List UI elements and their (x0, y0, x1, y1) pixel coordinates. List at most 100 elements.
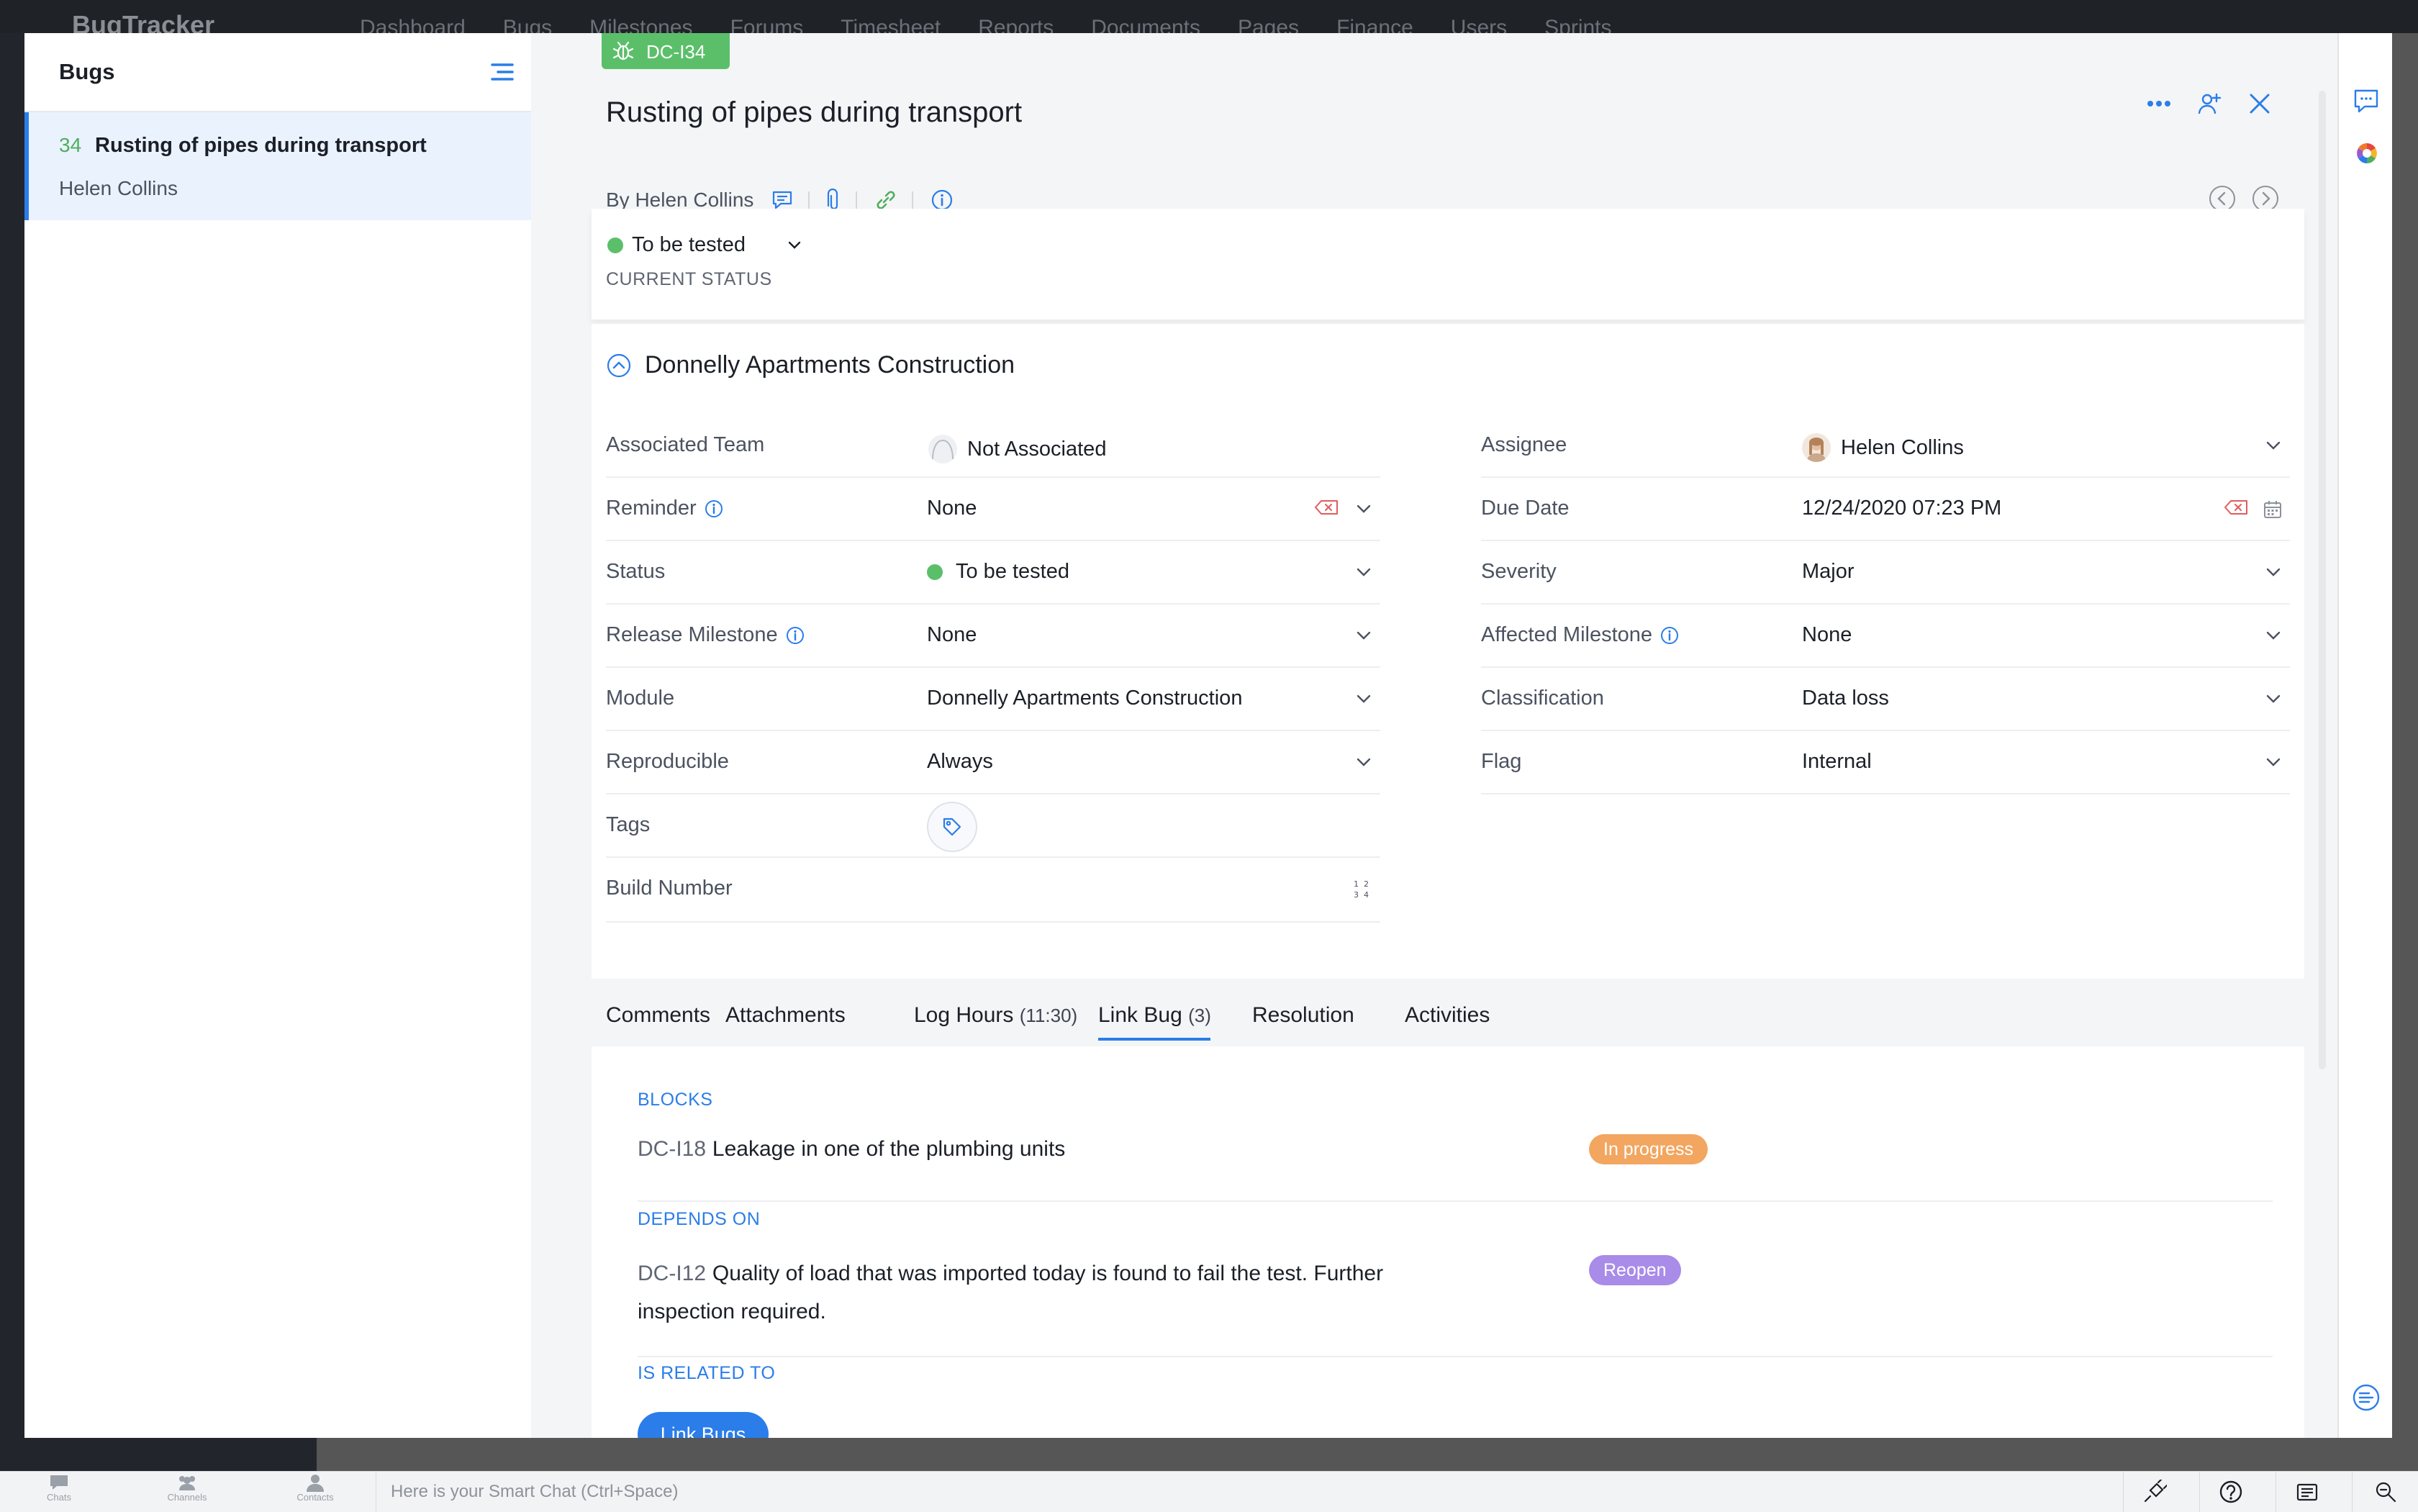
link-bugs-button[interactable]: Link Bugs (638, 1412, 769, 1438)
zoom-search-icon[interactable] (2352, 1472, 2418, 1512)
linked-bug-title[interactable]: Quality of load that was imported today … (712, 1262, 1383, 1285)
chevron-down-icon[interactable] (2264, 626, 2283, 645)
tags-label: Tags (606, 813, 651, 836)
contacts-button[interactable]: Contacts (279, 1473, 351, 1503)
smart-chat-placeholder: Here is your Smart Chat (Ctrl+Space) (391, 1482, 679, 1501)
right-rail (2337, 33, 2392, 1438)
info-icon[interactable] (1659, 625, 1680, 646)
status-badge: In progress (1589, 1134, 1708, 1164)
expand-panel-icon[interactable] (2352, 1383, 2381, 1412)
linked-bug-text: DC-I12 Quality of load that was imported… (638, 1257, 1383, 1333)
help-icon[interactable] (2199, 1472, 2262, 1512)
collapse-icon[interactable] (606, 353, 632, 379)
tab-count: (3) (1188, 1005, 1211, 1026)
tag-icon (943, 818, 961, 836)
chats-button[interactable]: Chats (23, 1473, 95, 1503)
news-icon[interactable] (2276, 1472, 2338, 1512)
chevron-down-icon[interactable] (2264, 689, 2283, 708)
field-severity[interactable]: Severity Major (1481, 541, 2290, 605)
linked-bug-title[interactable]: Leakage in one of the plumbing units (712, 1137, 1065, 1161)
field-value: To be tested (927, 560, 1069, 584)
bg-nav-item: Forums (730, 16, 804, 33)
module-label: Module (606, 687, 675, 710)
chevron-down-icon[interactable] (786, 236, 803, 253)
number-format-icon[interactable]: 1234 (1351, 878, 1373, 900)
current-status-dropdown[interactable]: To be tested (632, 233, 746, 257)
field-due-date[interactable]: Due Date 12/24/2020 07:23 PM (1481, 478, 2290, 541)
close-icon[interactable] (2244, 88, 2276, 119)
calendar-icon[interactable] (2263, 499, 2283, 520)
linked-bug-id[interactable]: DC-I18 (638, 1137, 706, 1161)
clear-icon[interactable] (1314, 499, 1339, 515)
tab-resolution[interactable]: Resolution (1252, 1003, 1354, 1028)
smart-chat-input[interactable]: Here is your Smart Chat (Ctrl+Space) (376, 1472, 2118, 1512)
comment-icon[interactable] (771, 189, 794, 211)
more-options-icon[interactable] (2143, 88, 2175, 119)
clear-icon[interactable] (2224, 499, 2248, 515)
field-release-milestone[interactable]: Release Milestone None (606, 605, 1380, 668)
bug-title[interactable]: Rusting of pipes during transport (606, 96, 1022, 129)
svg-text:3: 3 (1354, 890, 1359, 900)
bug-list-pane: Bugs 34 Rusting of pipes during transpor… (24, 33, 533, 1438)
bg-nav-item: Timesheet (841, 16, 941, 33)
section-header[interactable]: Donnelly Apartments Construction (606, 351, 1015, 379)
chevron-down-icon[interactable] (2264, 436, 2283, 455)
tab-label: Activities (1405, 1003, 1490, 1027)
channels-button[interactable]: Channels (151, 1473, 223, 1503)
chevron-down-icon[interactable] (2264, 563, 2283, 581)
linked-bug-id[interactable]: DC-I12 (638, 1262, 706, 1285)
chevron-down-icon[interactable] (1354, 563, 1373, 581)
field-classification[interactable]: Classification Data loss (1481, 668, 2290, 731)
tab-link-bug[interactable]: Link Bug (3) (1098, 1003, 1211, 1028)
chevron-down-icon[interactable] (1354, 753, 1373, 771)
field-affected-milestone[interactable]: Affected Milestone None (1481, 605, 2290, 668)
field-assignee[interactable]: Assignee Helen Collins (1481, 415, 2290, 478)
plug-icon[interactable] (2123, 1472, 2186, 1512)
field-reproducible[interactable]: Reproducible Always (606, 731, 1380, 795)
bg-nav-item: Pages (1237, 16, 1300, 33)
bg-nav-item: Users (1450, 16, 1508, 33)
module-value: Donnelly Apartments Construction (927, 687, 1243, 710)
bg-nav-item: Finance (1336, 16, 1413, 33)
linked-bug-row[interactable]: DC-I12 Quality of load that was imported… (638, 1241, 2273, 1357)
field-value (927, 802, 977, 852)
tab-attachments[interactable]: Attachments (725, 1003, 846, 1028)
tab-activities[interactable]: Activities (1405, 1003, 1490, 1028)
add-tag-button[interactable] (927, 802, 977, 852)
list-menu-icon[interactable] (489, 60, 515, 83)
scrollbar[interactable] (2319, 91, 2326, 1069)
chevron-down-icon[interactable] (1354, 689, 1373, 708)
classification-label: Classification (1481, 687, 1604, 710)
tab-count: (11:30) (1019, 1005, 1078, 1026)
status-value: To be tested (956, 560, 1069, 583)
flag-value: Internal (1802, 750, 1872, 773)
field-status[interactable]: Status To be tested (606, 541, 1380, 605)
linked-bug-title-continued[interactable]: inspection required. (638, 1300, 826, 1323)
tab-log-hours[interactable]: Log Hours (11:30) (914, 1003, 1077, 1028)
bug-id-badge: DC-I34 (602, 33, 730, 69)
field-flag[interactable]: Flag Internal (1481, 731, 2290, 795)
chevron-down-icon[interactable] (2264, 753, 2283, 771)
field-module[interactable]: Module Donnelly Apartments Construction (606, 668, 1380, 731)
group-heading-depends-on: DEPENDS ON (638, 1209, 761, 1229)
feedback-chat-icon[interactable] (2352, 86, 2381, 115)
color-wheel-icon[interactable] (2355, 141, 2379, 166)
field-build-number[interactable]: Build Number 1234 (606, 858, 1380, 923)
chats-label: Chats (47, 1492, 71, 1503)
bug-icon (612, 41, 634, 60)
info-icon[interactable] (704, 499, 724, 519)
linked-bug-row[interactable]: DC-I18 Leakage in one of the plumbing un… (638, 1121, 2273, 1202)
field-associated-team[interactable]: Associated Team Not Associated (606, 415, 1380, 478)
chevron-down-icon[interactable] (1354, 499, 1373, 518)
field-reminder[interactable]: Reminder None (606, 478, 1380, 541)
list-item[interactable]: 34 Rusting of pipes during transport Hel… (24, 112, 531, 220)
due-date-value: 12/24/2020 07:23 PM (1802, 497, 2002, 520)
contacts-icon (307, 1475, 324, 1492)
chevron-down-icon[interactable] (1354, 626, 1373, 645)
follow-user-icon[interactable] (2193, 88, 2225, 119)
list-item-number: 34 (59, 134, 82, 156)
tab-comments[interactable]: Comments (606, 1003, 710, 1028)
release-milestone-label: Release Milestone (606, 623, 778, 646)
bg-nav-item: Reports (978, 16, 1054, 33)
info-icon[interactable] (785, 625, 805, 646)
